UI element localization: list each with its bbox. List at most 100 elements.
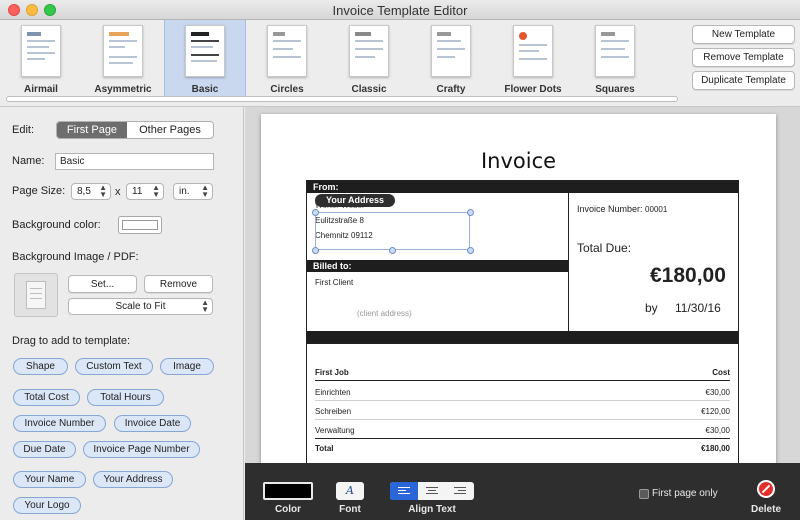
template-airmail[interactable]: Airmail: [0, 20, 82, 98]
template-thumbnail: [185, 25, 225, 77]
template-actions: New Template Remove Template Duplicate T…: [684, 20, 800, 98]
template-label: Flower Dots: [504, 84, 562, 95]
remove-template-button[interactable]: Remove Template: [692, 48, 795, 67]
resize-handle[interactable]: [312, 209, 319, 216]
element-custom-text[interactable]: Custom Text: [75, 358, 153, 375]
duplicate-template-button[interactable]: Duplicate Template: [692, 71, 795, 90]
template-scrollbar[interactable]: [6, 96, 678, 102]
background-color-label: Background color:: [12, 219, 101, 231]
page-width-stepper[interactable]: 8,5 ▲ ▼: [71, 183, 111, 200]
billed-to-header: Billed to:: [307, 260, 568, 272]
new-template-button[interactable]: New Template: [692, 25, 795, 44]
column-divider: [568, 193, 569, 331]
align-left-icon[interactable]: [390, 482, 418, 500]
invoice-title[interactable]: Invoice: [261, 149, 776, 173]
element-total-hours[interactable]: Total Hours: [87, 389, 164, 406]
background-color-well[interactable]: [118, 216, 162, 234]
due-by-label: by: [645, 301, 658, 315]
template-label: Airmail: [24, 84, 58, 95]
resize-handle[interactable]: [389, 247, 396, 254]
table-header-cost: Cost: [712, 368, 730, 377]
invoice-page[interactable]: Invoice From: Wörter Weber Your Address …: [261, 114, 776, 474]
row-cost: €30,00: [705, 388, 730, 397]
resize-handle[interactable]: [467, 247, 474, 254]
template-basic[interactable]: Basic: [164, 20, 246, 98]
align-center-icon[interactable]: [418, 482, 446, 500]
name-label: Name:: [12, 155, 45, 167]
template-crafty[interactable]: Crafty: [410, 20, 492, 98]
element-your-logo[interactable]: Your Logo: [13, 497, 81, 514]
stepper-arrows-icon[interactable]: ▲ ▼: [99, 184, 107, 199]
element-invoice-page-number[interactable]: Invoice Page Number: [83, 441, 200, 458]
template-classic[interactable]: Classic: [328, 20, 410, 98]
page-height-value: 11: [132, 186, 143, 197]
font-icon[interactable]: A: [336, 482, 364, 500]
row-item: Verwaltung: [315, 426, 355, 435]
address-selection-box[interactable]: [315, 212, 470, 250]
page-width-value: 8,5: [77, 186, 91, 197]
header-bottom-bar: [307, 331, 738, 343]
element-invoice-number[interactable]: Invoice Number: [13, 415, 106, 432]
resize-handle[interactable]: [467, 209, 474, 216]
unit-popup[interactable]: in. ▲ ▼: [173, 183, 213, 200]
row-item: Schreiben: [315, 407, 352, 416]
template-squares[interactable]: Squares: [574, 20, 656, 98]
window-title: Invoice Template Editor: [332, 3, 468, 18]
color-swatch: [122, 220, 158, 230]
element-your-address[interactable]: Your Address: [93, 471, 173, 488]
element-your-name[interactable]: Your Name: [13, 471, 86, 488]
template-asymmetric[interactable]: Asymmetric: [82, 20, 164, 98]
stepper-arrows-icon[interactable]: ▲ ▼: [152, 184, 160, 199]
align-text-control: [390, 482, 474, 500]
template-thumbnail: [431, 25, 471, 77]
row-divider: [315, 438, 730, 439]
remove-background-button[interactable]: Remove: [144, 275, 213, 293]
invoice-number-line: Invoice Number: 00001: [577, 204, 667, 214]
drag-elements-label: Drag to add to template:: [12, 335, 131, 347]
delete-icon[interactable]: [757, 480, 775, 498]
other-pages-segment[interactable]: Other Pages: [127, 122, 213, 138]
invoice-number-label: Invoice Number:: [577, 204, 643, 214]
template-label: Basic: [191, 84, 219, 95]
page-height-stepper[interactable]: 11 ▲ ▼: [126, 183, 164, 200]
first-page-only-checkbox[interactable]: [639, 489, 649, 499]
background-image-well[interactable]: [14, 273, 58, 317]
template-thumbnail: [267, 25, 307, 77]
text-color-well[interactable]: [263, 482, 313, 500]
template-gallery: Airmail Asymmetric Basic Circles Classic…: [0, 20, 684, 102]
resize-handle[interactable]: [312, 247, 319, 254]
total-due-label: Total Due:: [577, 241, 632, 255]
template-label: Asymmetric: [94, 84, 152, 95]
set-background-button[interactable]: Set...: [68, 275, 137, 293]
template-label: Squares: [595, 84, 635, 95]
template-name-field[interactable]: Basic: [55, 153, 214, 170]
row-divider: [315, 400, 730, 401]
total-label: Total: [315, 444, 334, 453]
invoice-header-box[interactable]: From: Wörter Weber Your Address Eulitzst…: [306, 180, 739, 344]
size-separator: x: [115, 186, 121, 198]
format-toolbar: Color A Font Align Text First page only …: [245, 463, 800, 520]
element-shape[interactable]: Shape: [13, 358, 68, 375]
template-canvas: Invoice From: Wörter Weber Your Address …: [245, 107, 800, 474]
total-value: €180,00: [701, 444, 730, 453]
document-icon: [26, 281, 46, 309]
element-image[interactable]: Image: [160, 358, 214, 375]
template-flower-dots[interactable]: Flower Dots: [492, 20, 574, 98]
template-circles[interactable]: Circles: [246, 20, 328, 98]
template-thumbnail: [513, 25, 553, 77]
first-page-segment[interactable]: First Page: [57, 122, 127, 138]
font-label: Font: [339, 504, 361, 515]
template-thumbnail: [103, 25, 143, 77]
first-page-only-label: First page only: [652, 488, 718, 499]
scale-popup[interactable]: Scale to Fit ▲ ▼: [68, 298, 213, 315]
element-total-cost[interactable]: Total Cost: [13, 389, 80, 406]
template-label: Classic: [351, 84, 387, 95]
delete-label: Delete: [750, 504, 781, 515]
align-right-icon[interactable]: [446, 482, 474, 500]
template-thumbnail: [595, 25, 635, 77]
element-due-date[interactable]: Due Date: [13, 441, 76, 458]
template-label: Crafty: [436, 84, 466, 95]
element-invoice-date[interactable]: Invoice Date: [114, 415, 191, 432]
line-items-table[interactable]: First Job Cost Einrichten €30,00 Schreib…: [306, 344, 739, 474]
color-label: Color: [274, 504, 302, 515]
